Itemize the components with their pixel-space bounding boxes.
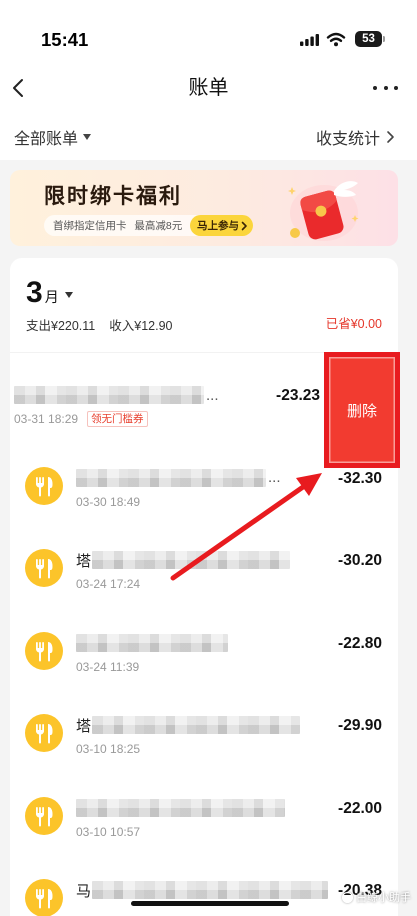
back-button[interactable] xyxy=(8,77,30,99)
watermark: 白鲸小助手 xyxy=(342,889,411,905)
merchant-name: 塔 xyxy=(76,550,291,570)
bill-page: { "status_bar": { "time": "15:41", "batt… xyxy=(0,0,417,916)
merchant-name-visible: 塔 xyxy=(76,552,92,570)
promo-banner[interactable]: 限时绑卡福利 首绑指定信用卡 最高减8元 马上参与 xyxy=(10,170,398,246)
transaction-amount: -22.80 xyxy=(338,634,382,652)
month-selector[interactable]: 3 月 xyxy=(26,276,73,310)
more-button[interactable] xyxy=(373,80,398,96)
banner-description: 首绑指定信用卡 最高减8元 xyxy=(53,220,183,232)
blurred-merchant-name xyxy=(76,633,228,652)
transaction-row[interactable]: 马 -20.38 xyxy=(10,862,398,916)
transaction-row[interactable]: 03-10 10:57 -22.00 xyxy=(10,779,398,862)
transaction-date: 03-24 11:39 xyxy=(76,659,140,674)
fork-knife-icon xyxy=(25,549,63,587)
transaction-meta: 03-10 18:25 xyxy=(76,741,140,757)
watermark-logo-icon xyxy=(342,891,353,903)
banner-offer-pill: 首绑指定信用卡 最高减8元 马上参与 xyxy=(44,215,253,236)
join-now-label: 马上参与 xyxy=(197,220,239,232)
transaction-meta: 03-24 17:24 xyxy=(76,576,140,592)
merchant-name xyxy=(76,633,228,653)
transaction-row[interactable]: ... 03-31 18:29 领无门槛券 -23.23 xyxy=(10,367,336,450)
red-envelope-illustration xyxy=(288,181,359,241)
cellular-signal-icon xyxy=(300,34,319,46)
blurred-merchant-name xyxy=(92,551,291,569)
all-bills-label: 全部账单 xyxy=(14,131,79,148)
income-expense-stats-link[interactable]: 收支统计 xyxy=(315,127,395,148)
transaction-amount: -22.00 xyxy=(338,799,382,817)
transaction-date: 03-10 10:57 xyxy=(76,824,141,839)
more-icon-dot xyxy=(383,86,388,90)
blurred-merchant-name xyxy=(14,386,204,404)
income-total: 收入¥12.90 xyxy=(109,318,173,333)
more-icon xyxy=(373,86,377,90)
transaction-row[interactable]: 03-24 11:39 -22.80 xyxy=(10,614,398,697)
month-unit: 月 xyxy=(44,289,59,305)
fork-knife-icon xyxy=(25,714,63,752)
delete-button[interactable]: 删除 xyxy=(329,357,395,463)
transaction-row[interactable]: 塔 03-10 18:25 -29.90 xyxy=(10,697,398,780)
transaction-date: 03-30 18:49 xyxy=(76,494,141,509)
merchant-name xyxy=(76,798,285,818)
saved-total: 已省¥0.00 xyxy=(325,317,382,331)
transaction-date: 03-31 18:29 xyxy=(14,412,79,426)
transaction-amount: -32.30 xyxy=(338,469,382,487)
divider xyxy=(10,352,398,353)
transaction-amount: -23.23 xyxy=(276,387,320,404)
chevron-right-icon xyxy=(387,131,394,143)
month-number: 3 xyxy=(26,276,43,309)
transaction-meta: 03-30 18:49 xyxy=(76,494,140,510)
merchant-name-visible: 马 xyxy=(76,882,92,900)
transaction-amount: -30.20 xyxy=(338,552,382,569)
nav-bar: 账单 xyxy=(0,64,417,112)
home-indicator[interactable] xyxy=(131,901,289,906)
caret-down-icon xyxy=(83,134,92,140)
month-summary: 支出¥220.11 收入¥12.90 xyxy=(26,316,173,333)
more-icon-dot xyxy=(394,86,398,90)
chevron-right-icon xyxy=(241,221,247,230)
transaction-meta: 03-10 10:57 xyxy=(76,824,140,840)
banner-title: 限时绑卡福利 xyxy=(44,185,182,208)
transaction-meta: 03-24 11:39 xyxy=(76,659,139,675)
caret-down-icon xyxy=(64,292,73,298)
transaction-date: 03-24 17:24 xyxy=(76,577,141,591)
merchant-name: 塔 xyxy=(76,715,301,735)
merchant-name: ... xyxy=(76,468,281,488)
transaction-row[interactable]: 塔 03-24 17:24 -30.20 xyxy=(10,532,398,615)
fork-knife-icon xyxy=(25,631,63,670)
merchant-name: ... xyxy=(14,385,219,405)
chevron-left-icon xyxy=(13,79,23,97)
battery-level: 53 xyxy=(362,33,375,45)
coupon-tag[interactable]: 领无门槛券 xyxy=(87,411,148,427)
all-bills-dropdown[interactable]: 全部账单 xyxy=(14,127,92,148)
name-ellipsis: ... xyxy=(268,469,281,486)
status-time: 15:41 xyxy=(41,29,89,50)
watermark-text: 白鲸小助手 xyxy=(356,892,411,904)
page-title: 账单 xyxy=(188,77,229,99)
stats-label: 收支统计 xyxy=(315,131,380,148)
fork-knife-icon xyxy=(25,796,63,835)
merchant-name-visible: 塔 xyxy=(76,717,92,735)
status-bar: 15:41 53 xyxy=(0,0,417,60)
blurred-merchant-name xyxy=(76,798,285,817)
name-ellipsis: ... xyxy=(206,386,219,404)
fork-knife-icon xyxy=(25,879,63,916)
blurred-merchant-name xyxy=(92,716,301,734)
transaction-amount: -29.90 xyxy=(338,717,382,734)
fork-knife-icon xyxy=(25,466,63,505)
transaction-meta: 03-31 18:29 领无门槛券 xyxy=(14,411,148,427)
battery-icon: 53 xyxy=(355,31,385,47)
blurred-merchant-name xyxy=(92,881,329,899)
blurred-merchant-name xyxy=(76,468,266,487)
delete-label: 删除 xyxy=(346,402,377,420)
expense-total: 支出¥220.11 xyxy=(26,318,96,333)
join-now-button[interactable]: 马上参与 xyxy=(190,215,253,236)
filter-bar: 全部账单 收支统计 xyxy=(0,118,417,156)
wifi-icon xyxy=(326,32,346,47)
merchant-name: 马 xyxy=(76,880,329,900)
transaction-date: 03-10 18:25 xyxy=(76,742,141,756)
